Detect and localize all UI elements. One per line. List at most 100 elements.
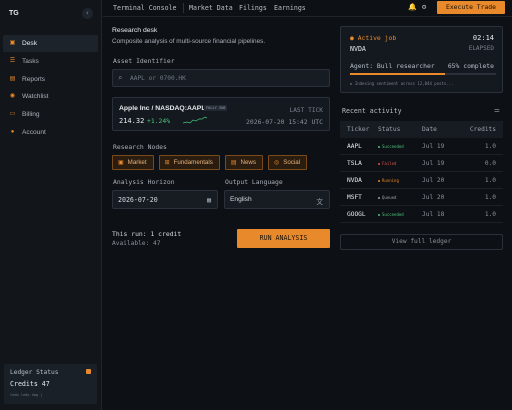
sidebar-item-label: Reports [22,75,46,83]
row-ticker: NVDA [347,176,362,184]
sidebar-item-watchlist[interactable]: ◉ Watchlist [3,88,98,105]
node-label: Market [127,159,147,166]
sidebar-item-reports[interactable]: ▤ Reports [3,71,98,88]
tab-divider [183,3,184,13]
sidebar-item-account[interactable]: ● Account [3,124,98,141]
top-bar: Terminal Console Market Data Filings Ear… [103,0,512,17]
ticker-price: 214.32 [119,117,145,125]
row-credits: 1.0 [484,210,496,218]
node-label: Social [283,159,301,166]
bell-icon[interactable]: 🔔 [408,3,417,11]
translate-icon: 文 [316,198,323,206]
watchlist-icon: ◉ [9,93,16,100]
social-icon: ◎ [274,160,280,166]
output-language-label: Output Language [225,178,283,186]
status-dot-icon [378,196,380,199]
row-date: Jul 18 [422,210,445,218]
status-badge: Queued [382,194,397,200]
header-status[interactable]: Status [378,126,422,133]
sidebar-item-desk[interactable]: ▣ Desk [3,35,98,52]
row-status: Running [378,178,422,183]
tab-terminal-console[interactable]: Terminal Console [113,4,177,12]
table-row[interactable]: NVDA Running Jul 20 1.0 [340,172,503,189]
table-header: Ticker Status Date Credits [340,121,503,138]
status-badge: Succeeded [382,143,404,149]
filter-icon[interactable]: ⚌ [494,106,500,114]
ledger-credits: Credits 47 [10,380,50,388]
status-dot-icon [378,213,380,216]
sidebar-item-tasks[interactable]: ☰ Tasks [3,53,98,70]
analysis-horizon-label: Analysis Horizon [113,178,175,186]
app-logo: TG [9,10,19,17]
status-badge: Succeeded [382,211,404,217]
header-credits[interactable]: Credits [466,126,496,133]
research-nodes: ▣ Market ⊞ Fundamentals ▤ News ◎ Social [112,155,308,170]
ledger-status-card[interactable]: Ledger Status Credits 47 ledo ledo dag | [4,364,97,404]
run-analysis-button[interactable]: RUN ANALYSIS [237,229,330,248]
row-date: Jul 19 [422,159,445,167]
node-fundamentals-button[interactable]: ⊞ Fundamentals [158,155,220,170]
tab-market-data[interactable]: Market Data [189,4,233,12]
node-label: News [240,159,256,166]
sidebar-nav: ▣ Desk ☰ Tasks ▤ Reports ◉ Watchlist ▭ Billing ● Ac… [3,35,98,142]
table-row[interactable]: AAPL Succeeded Jul 19 1.0 [340,138,503,155]
recent-activity-title: Recent activity [342,107,402,115]
table-row[interactable]: MSFT Queued Jul 20 1.0 [340,189,503,206]
ticker-card[interactable]: Apple Inc / NASDAQ:AAPL FULLY SUB 214.32… [112,97,330,131]
view-full-ledger-button[interactable]: View full ledger [340,234,503,250]
billing-icon: ▭ [9,111,16,118]
row-date: Jul 20 [422,193,445,201]
last-tick-label: LAST TICK [289,107,323,114]
collapse-sidebar-button[interactable]: ‹ [82,8,93,19]
sidebar-item-label: Billing [22,111,40,119]
last-tick-time: 2026-07-20 15:42 UTC [246,118,323,126]
output-language-select[interactable]: English 文 [224,190,330,209]
ticker-change: +1.24% [147,117,171,125]
row-status: Queued [378,195,422,200]
search-placeholder: AAPL or 0700.HK [130,75,186,82]
node-social-button[interactable]: ◎ Social [268,155,308,170]
analysis-horizon-date-input[interactable]: 2026-07-20 ▦ [112,190,218,209]
row-credits: 1.0 [484,142,496,150]
asset-search-input[interactable]: ⌕ AAPL or 0700.HK [112,69,330,87]
sidebar-item-label: Tasks [22,57,39,65]
page-subtitle: Composite analysis of multi-source finan… [112,38,266,45]
node-news-button[interactable]: ▤ News [224,155,263,170]
market-icon: ▣ [118,160,124,166]
job-progress-bar [350,73,496,75]
row-status: Succeeded [378,144,422,149]
sidebar: TG ‹ ▣ Desk ☰ Tasks ▤ Reports ◉ Watchlist ▭ Billi… [0,0,102,410]
status-dot-icon [378,179,380,182]
page-title: Research desk [112,27,158,34]
row-credits: 1.0 [484,176,496,184]
header-ticker[interactable]: Ticker [340,126,378,133]
subscription-badge: FULLY SUB [204,105,228,111]
ledger-status-icon [86,369,91,374]
reports-icon: ▤ [9,75,16,82]
row-date: Jul 20 [422,176,445,184]
asset-identifier-label: Asset Identifier [113,57,175,65]
sidebar-item-billing[interactable]: ▭ Billing [3,106,98,123]
job-progress-fill [350,73,445,75]
table-row[interactable]: GOOGL Succeeded Jul 18 1.0 [340,206,503,223]
node-label: Fundamentals [173,159,213,166]
sparkline-icon [183,116,207,124]
gear-icon[interactable]: ⚙ [422,3,426,11]
table-row[interactable]: TSLA Failed Jul 19 0.0 [340,155,503,172]
tab-filings[interactable]: Filings [239,4,267,12]
row-credits: 0.0 [484,159,496,167]
job-log-line: ⇄ Indexing sentiment across 12,044 posts… [350,81,454,86]
row-credits: 1.0 [484,193,496,201]
activity-table: Ticker Status Date Credits AAPL Succeeded… [340,121,503,223]
job-timer: 02:14 [472,34,494,42]
tab-earnings[interactable]: Earnings [274,4,306,12]
header-date[interactable]: Date [422,126,466,133]
row-ticker: TSLA [347,159,362,167]
ledger-status-title: Ledger Status [10,369,59,376]
execute-trade-button[interactable]: Execute Trade [437,1,505,14]
node-market-button[interactable]: ▣ Market [112,155,154,170]
sidebar-item-label: Desk [22,40,38,47]
row-date: Jul 19 [422,142,445,150]
sidebar-item-label: Account [22,128,46,136]
status-badge: Running [382,177,399,183]
